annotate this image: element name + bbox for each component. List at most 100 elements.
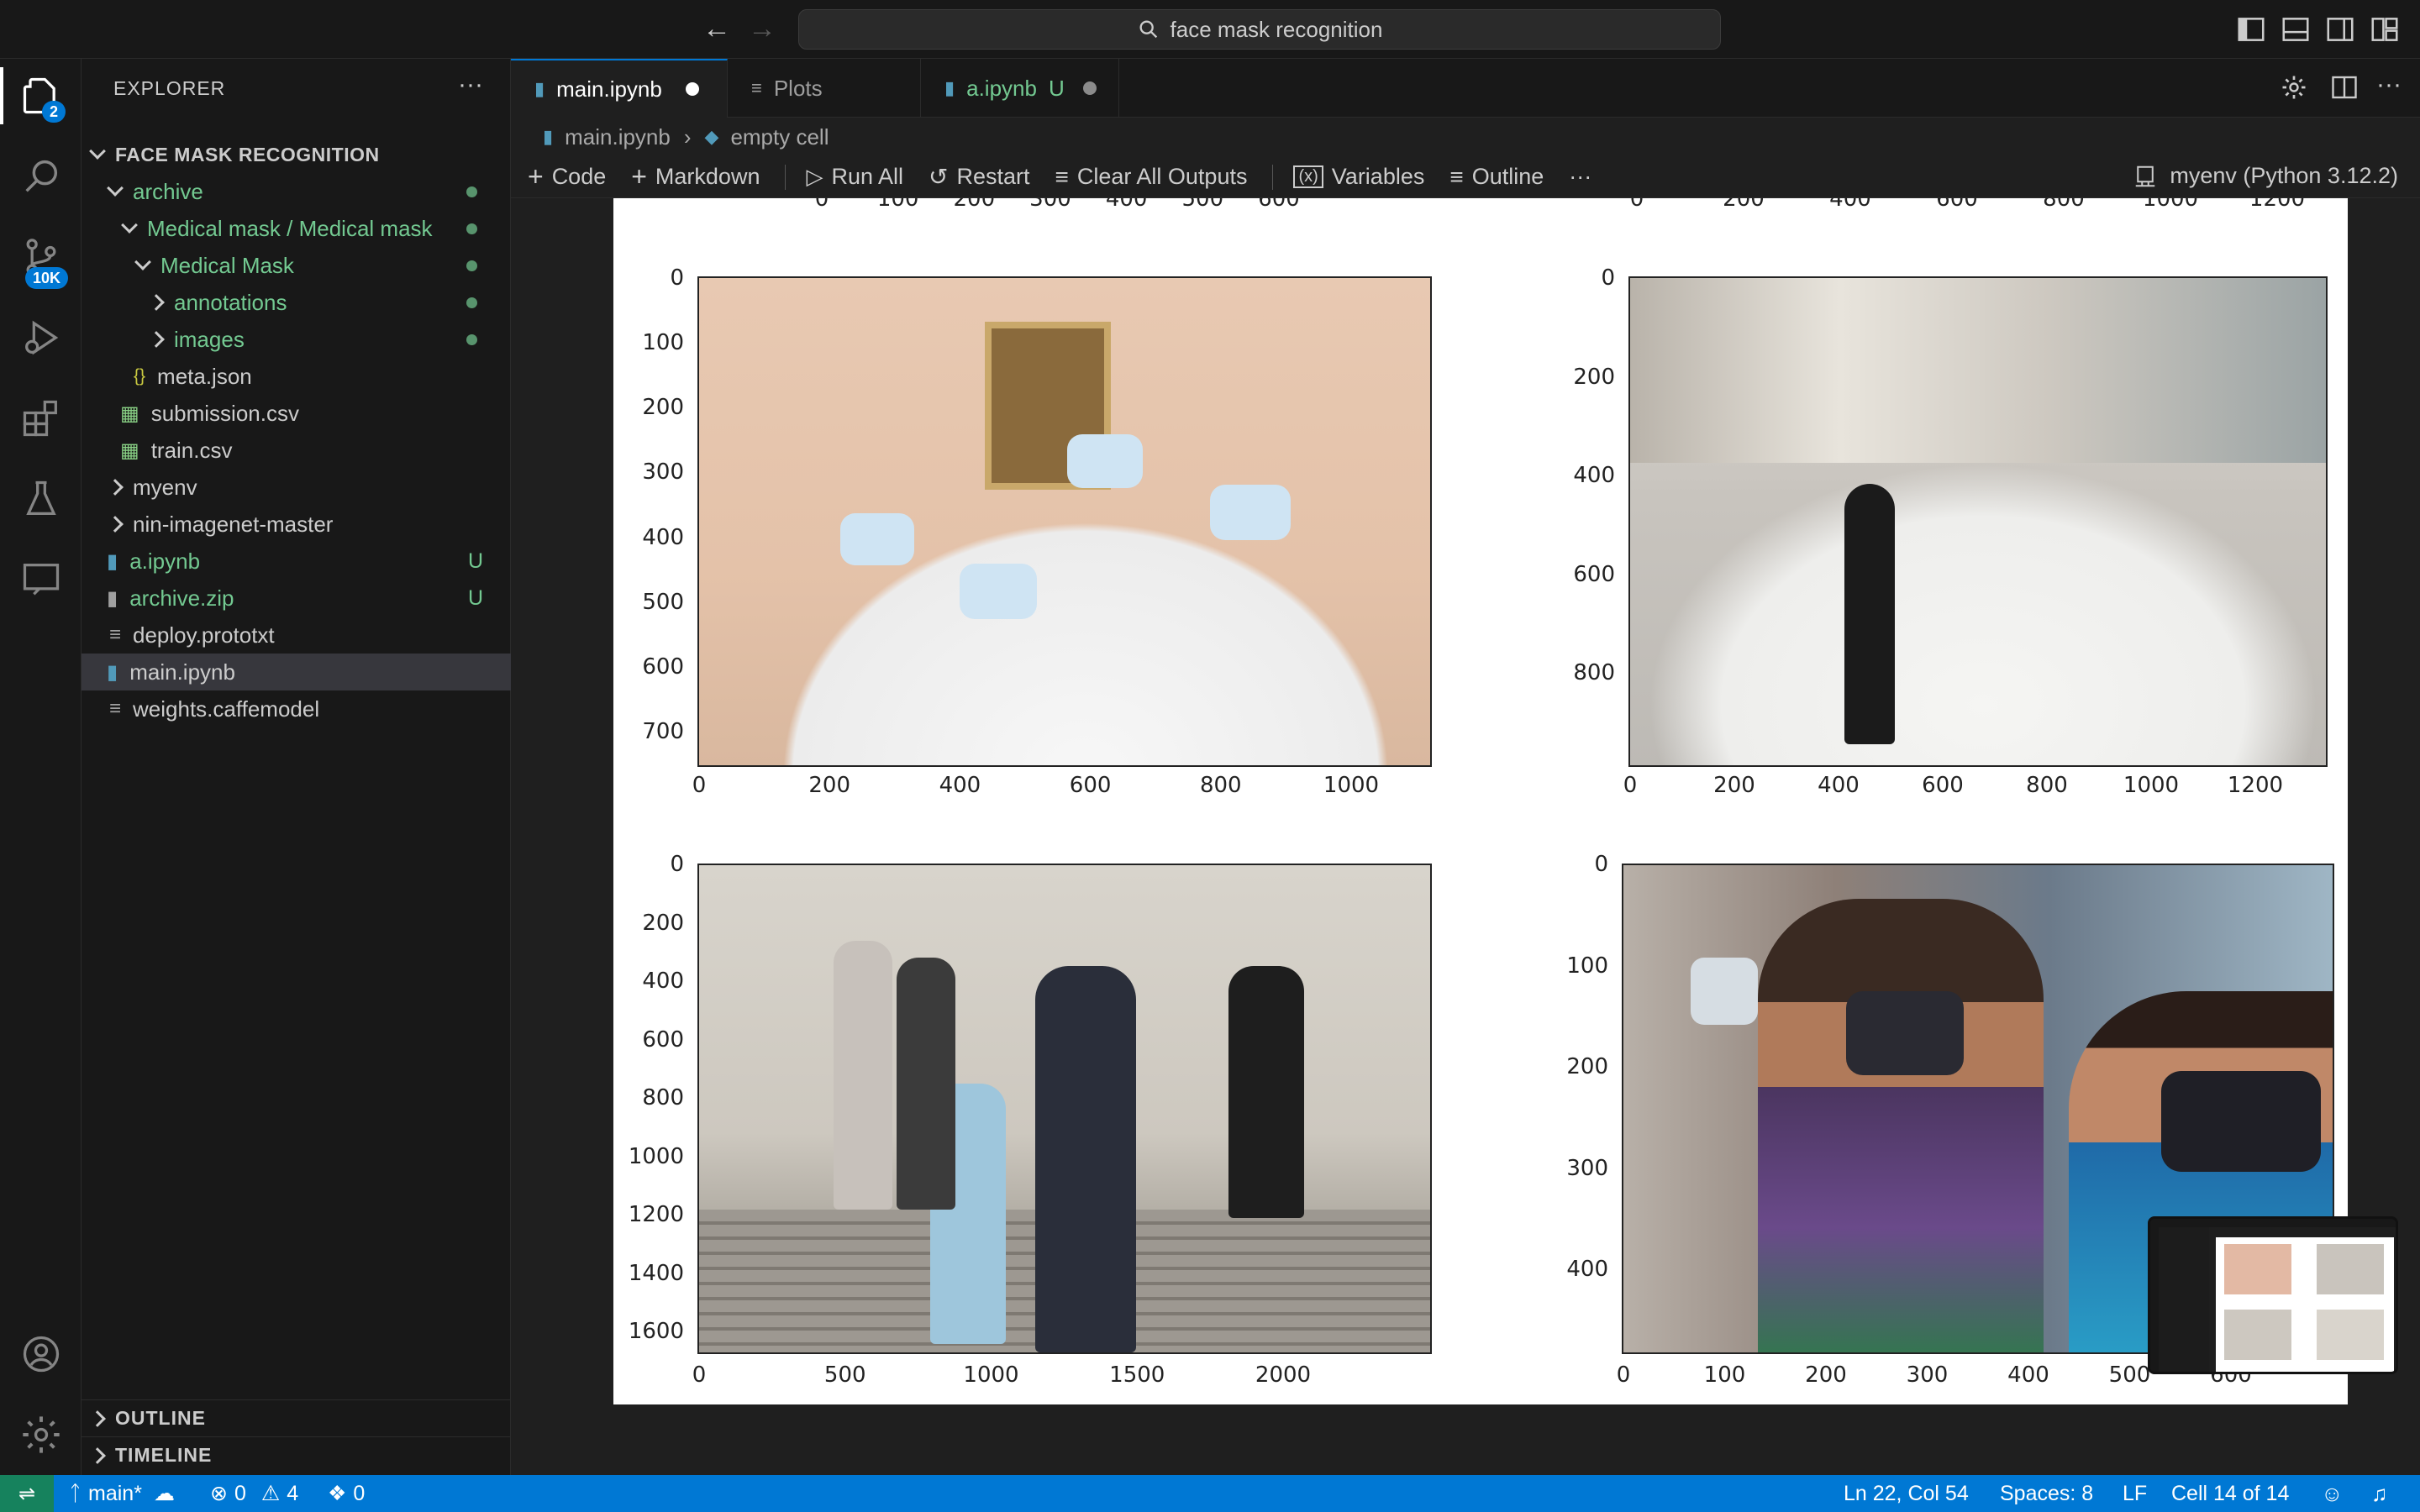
manage-activity[interactable] [0, 1398, 82, 1472]
remote-explorer-icon [23, 564, 59, 596]
problems-indicator[interactable]: ⊗ 0 ⚠ 4 [210, 1475, 298, 1512]
breadcrumb-cell[interactable]: empty cell [730, 124, 829, 150]
add-code-cell-button[interactable]: + Code [528, 161, 606, 192]
toggle-panel-icon[interactable] [2280, 13, 2312, 45]
axis-tick-label: 0 [814, 198, 829, 212]
extensions-activity[interactable] [0, 381, 82, 455]
axis-tick-label: 1000 [2123, 773, 2180, 798]
list-icon: ≡ [1449, 163, 1464, 190]
outline-section[interactable]: OUTLINE [82, 1399, 511, 1436]
eol-indicator[interactable]: LF [2123, 1475, 2147, 1512]
tab-main-ipynb[interactable]: ▮ main.ipynb [511, 59, 728, 118]
git-status-dot [466, 223, 477, 234]
add-markdown-cell-button[interactable]: + Markdown [631, 161, 760, 192]
play-icon: ▷ [806, 164, 823, 189]
kernel-picker[interactable]: myenv (Python 3.12.2) [2133, 163, 2398, 189]
tab-a-ipynb[interactable]: ▮ a.ipynb U [921, 59, 1119, 118]
cursor-position[interactable]: Ln 22, Col 54 [1844, 1475, 1969, 1512]
notebook-toolbar: + Code + Markdown ▷ Run All ↺ Restart ≡ … [511, 156, 2420, 198]
tree-item-annotations[interactable]: annotations [82, 284, 511, 321]
customize-layout-icon[interactable] [2369, 13, 2401, 45]
search-text: face mask recognition [1170, 16, 1383, 42]
axis-tick-label: 1500 [1109, 1362, 1165, 1388]
notebook-file-icon: ▮ [107, 660, 118, 684]
tab-plots[interactable]: ≡ Plots [728, 59, 921, 118]
tree-item-submission-csv[interactable]: ▦ submission.csv [82, 395, 511, 432]
error-icon: ⊗ [210, 1482, 228, 1505]
more-actions-icon[interactable]: ··· [458, 71, 483, 99]
window-thumbnail-preview[interactable] [2148, 1216, 2398, 1374]
tree-item-medical-mask-subfolder[interactable]: Medical Mask [82, 247, 511, 284]
axis-tick-label: 1000 [2142, 198, 2199, 212]
face-mask [960, 564, 1037, 619]
more-toolbar-actions[interactable]: ··· [1569, 164, 1591, 190]
copilot-icon[interactable]: ☺ [2321, 1475, 2344, 1512]
tab-label: a.ipynb [966, 75, 1037, 101]
source-control-badge: 10K [25, 267, 69, 289]
remote-indicator[interactable]: ⇌ [0, 1475, 54, 1512]
building-interior [1630, 278, 2326, 463]
axis-tick-label: 0 [670, 265, 684, 291]
more-actions-icon[interactable]: ··· [2376, 71, 2402, 99]
account-icon [23, 1336, 59, 1373]
tree-item-myenv[interactable]: myenv [82, 469, 511, 506]
kernel-label: myenv (Python 3.12.2) [2170, 163, 2398, 188]
forward-arrow-icon[interactable]: → [748, 12, 776, 45]
editor-tab-bar: ▮ main.ipynb ≡ Plots ▮ a.ipynb U ··· [511, 59, 2420, 118]
accounts-activity[interactable] [0, 1317, 82, 1391]
tree-item-nin-imagenet-master[interactable]: nin-imagenet-master [82, 506, 511, 543]
outline-button[interactable]: ≡ Outline [1449, 164, 1544, 191]
tree-item-a-ipynb[interactable]: ▮ a.ipynb U [82, 543, 511, 580]
tree-item-label: train.csv [150, 437, 233, 463]
variables-button[interactable]: (x) Variables [1293, 164, 1424, 190]
indentation-indicator[interactable]: Spaces: 8 [2000, 1475, 2093, 1512]
tree-item-images[interactable]: images [82, 321, 511, 358]
command-center-search[interactable]: face mask recognition [798, 9, 1721, 50]
add-markdown-label: Markdown [655, 164, 760, 189]
tree-item-medical-mask-folder[interactable]: Medical mask / Medical mask [82, 210, 511, 247]
toggle-secondary-sidebar-icon[interactable] [2324, 13, 2356, 45]
run-all-button[interactable]: ▷ Run All [806, 164, 903, 190]
tree-item-archive-zip[interactable]: ▮ archive.zip U [82, 580, 511, 617]
ports-indicator[interactable]: ❖ 0 [328, 1475, 365, 1512]
back-arrow-icon[interactable]: ← [702, 12, 731, 45]
remote-icon: ⇌ [18, 1482, 36, 1505]
cell-indicator[interactable]: Cell 14 of 14 [2171, 1475, 2289, 1512]
explorer-badge: 2 [42, 101, 66, 123]
axis-tick-label: 200 [1805, 1362, 1847, 1388]
search-activity[interactable] [0, 139, 82, 213]
tree-item-main-ipynb[interactable]: ▮ main.ipynb [82, 654, 511, 690]
axis-tick-label: 200 [953, 198, 996, 212]
ports-count: 0 [353, 1481, 366, 1505]
axis-tick-label: 1000 [1323, 773, 1380, 798]
restart-button[interactable]: ↺ Restart [929, 163, 1030, 191]
source-control-activity[interactable]: 10K [0, 220, 82, 294]
toggle-primary-sidebar-icon[interactable] [2235, 13, 2267, 45]
run-debug-activity[interactable] [0, 301, 82, 375]
breadcrumb: ▮ main.ipynb › ◆ empty cell [511, 118, 2420, 156]
axis-tick-label: 100 [1703, 1362, 1746, 1388]
split-editor-icon[interactable] [2329, 72, 2360, 102]
tree-item-archive[interactable]: archive [82, 173, 511, 210]
csv-file-icon: ▦ [120, 438, 139, 462]
breadcrumb-file[interactable]: main.ipynb [565, 124, 671, 150]
tree-item-weights-caffemodel[interactable]: ≡ weights.caffemodel [82, 690, 511, 727]
remote-explorer-activity[interactable] [0, 543, 82, 617]
clear-all-outputs-button[interactable]: ≡ Clear All Outputs [1055, 164, 1248, 191]
axis-tick-label: 400 [1566, 1257, 1608, 1282]
title-bar: ← → face mask recognition [0, 0, 2420, 59]
explorer-activity[interactable]: 2 [0, 59, 82, 133]
notifications-bell-icon[interactable]: ♫ [2371, 1475, 2388, 1512]
chevron-right-icon [107, 516, 124, 533]
tree-item-meta-json[interactable]: {} meta.json [82, 358, 511, 395]
csv-file-icon: ▦ [120, 402, 139, 425]
timeline-section-label: TIMELINE [115, 1444, 213, 1466]
workspace-root[interactable]: FACE MASK RECOGNITION [82, 136, 511, 173]
timeline-section[interactable]: TIMELINE [82, 1436, 511, 1473]
tree-item-deploy-prototxt[interactable]: ≡ deploy.prototxt [82, 617, 511, 654]
tree-item-label: weights.caffemodel [133, 696, 320, 722]
settings-gear-icon[interactable] [2279, 72, 2309, 102]
branch-indicator[interactable]: ᛏ main* ☁ [69, 1475, 175, 1512]
testing-activity[interactable] [0, 462, 82, 536]
tree-item-train-csv[interactable]: ▦ train.csv [82, 432, 511, 469]
